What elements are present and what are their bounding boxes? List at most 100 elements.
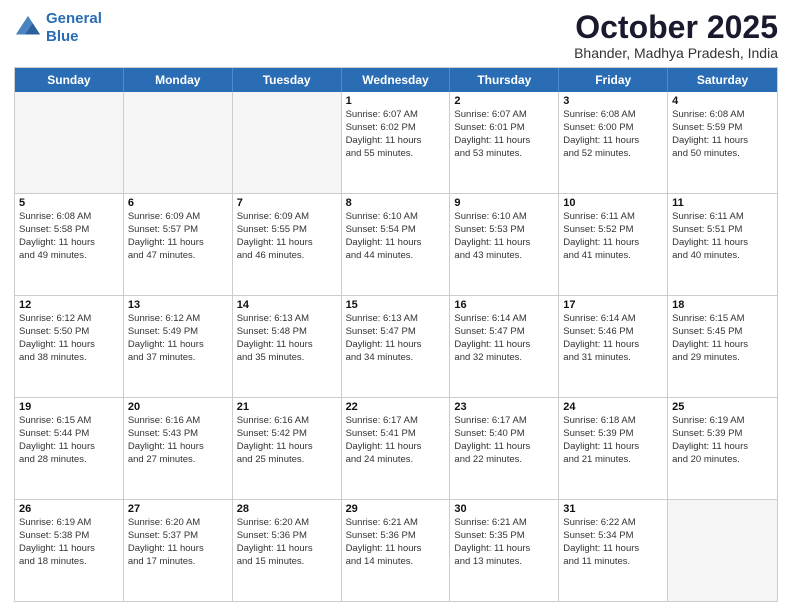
cell-line: Sunrise: 6:11 AM bbox=[672, 211, 773, 224]
calendar-cell: 11Sunrise: 6:11 AMSunset: 5:51 PMDayligh… bbox=[668, 194, 777, 295]
day-number: 26 bbox=[19, 503, 119, 515]
cell-line: Sunset: 5:48 PM bbox=[237, 326, 337, 339]
cell-line: and 46 minutes. bbox=[237, 250, 337, 263]
cell-line: and 25 minutes. bbox=[237, 454, 337, 467]
day-number: 2 bbox=[454, 95, 554, 107]
cell-line: Sunset: 6:01 PM bbox=[454, 122, 554, 135]
day-number: 9 bbox=[454, 197, 554, 209]
cell-line: Sunset: 5:54 PM bbox=[346, 224, 446, 237]
cell-line: and 24 minutes. bbox=[346, 454, 446, 467]
calendar-cell: 22Sunrise: 6:17 AMSunset: 5:41 PMDayligh… bbox=[342, 398, 451, 499]
cell-line: Daylight: 11 hours bbox=[19, 441, 119, 454]
cell-line: Sunset: 5:57 PM bbox=[128, 224, 228, 237]
calendar-row: 19Sunrise: 6:15 AMSunset: 5:44 PMDayligh… bbox=[15, 398, 777, 500]
cell-line: Sunrise: 6:11 AM bbox=[563, 211, 663, 224]
calendar-cell: 25Sunrise: 6:19 AMSunset: 5:39 PMDayligh… bbox=[668, 398, 777, 499]
cell-line: Daylight: 11 hours bbox=[19, 339, 119, 352]
main-title: October 2025 bbox=[574, 10, 778, 45]
logo: General Blue bbox=[14, 10, 102, 46]
calendar-cell: 8Sunrise: 6:10 AMSunset: 5:54 PMDaylight… bbox=[342, 194, 451, 295]
calendar-cell: 30Sunrise: 6:21 AMSunset: 5:35 PMDayligh… bbox=[450, 500, 559, 601]
cell-line: Daylight: 11 hours bbox=[563, 135, 663, 148]
cell-line: Sunrise: 6:20 AM bbox=[128, 517, 228, 530]
cell-line: and 28 minutes. bbox=[19, 454, 119, 467]
cell-line: Daylight: 11 hours bbox=[128, 441, 228, 454]
calendar-cell: 18Sunrise: 6:15 AMSunset: 5:45 PMDayligh… bbox=[668, 296, 777, 397]
calendar-cell: 15Sunrise: 6:13 AMSunset: 5:47 PMDayligh… bbox=[342, 296, 451, 397]
cell-line: Sunset: 5:39 PM bbox=[672, 428, 773, 441]
cell-line: Sunrise: 6:15 AM bbox=[19, 415, 119, 428]
page: General Blue October 2025 Bhander, Madhy… bbox=[0, 0, 792, 612]
day-number: 6 bbox=[128, 197, 228, 209]
cell-line: and 41 minutes. bbox=[563, 250, 663, 263]
cell-line: Daylight: 11 hours bbox=[19, 237, 119, 250]
logo-line2: Blue bbox=[46, 28, 79, 45]
cell-line: Sunset: 5:40 PM bbox=[454, 428, 554, 441]
cell-line: Sunset: 5:55 PM bbox=[237, 224, 337, 237]
logo-line1: General bbox=[46, 10, 102, 27]
cell-line: Sunrise: 6:12 AM bbox=[19, 313, 119, 326]
cell-line: Sunrise: 6:08 AM bbox=[672, 109, 773, 122]
day-number: 4 bbox=[672, 95, 773, 107]
day-number: 7 bbox=[237, 197, 337, 209]
cell-line: Sunset: 5:59 PM bbox=[672, 122, 773, 135]
cell-line: Sunrise: 6:10 AM bbox=[454, 211, 554, 224]
calendar-cell bbox=[124, 92, 233, 193]
day-number: 18 bbox=[672, 299, 773, 311]
calendar-cell: 17Sunrise: 6:14 AMSunset: 5:46 PMDayligh… bbox=[559, 296, 668, 397]
logo-text: General Blue bbox=[46, 10, 102, 46]
cell-line: Daylight: 11 hours bbox=[346, 237, 446, 250]
calendar-cell: 21Sunrise: 6:16 AMSunset: 5:42 PMDayligh… bbox=[233, 398, 342, 499]
day-number: 27 bbox=[128, 503, 228, 515]
calendar-cell bbox=[668, 500, 777, 601]
cell-line: Sunrise: 6:07 AM bbox=[454, 109, 554, 122]
calendar-cell: 16Sunrise: 6:14 AMSunset: 5:47 PMDayligh… bbox=[450, 296, 559, 397]
header: General Blue October 2025 Bhander, Madhy… bbox=[14, 10, 778, 61]
cell-line: Sunset: 6:02 PM bbox=[346, 122, 446, 135]
weekday-header: Saturday bbox=[668, 68, 777, 92]
cell-line: and 21 minutes. bbox=[563, 454, 663, 467]
day-number: 25 bbox=[672, 401, 773, 413]
cell-line: Sunrise: 6:09 AM bbox=[128, 211, 228, 224]
cell-line: and 18 minutes. bbox=[19, 556, 119, 569]
cell-line: Daylight: 11 hours bbox=[128, 237, 228, 250]
cell-line: Sunset: 5:46 PM bbox=[563, 326, 663, 339]
cell-line: and 55 minutes. bbox=[346, 148, 446, 161]
cell-line: and 35 minutes. bbox=[237, 352, 337, 365]
cell-line: Sunset: 5:44 PM bbox=[19, 428, 119, 441]
cell-line: Daylight: 11 hours bbox=[237, 237, 337, 250]
day-number: 8 bbox=[346, 197, 446, 209]
day-number: 29 bbox=[346, 503, 446, 515]
cell-line: Sunrise: 6:22 AM bbox=[563, 517, 663, 530]
cell-line: Sunset: 5:36 PM bbox=[237, 530, 337, 543]
calendar-cell: 5Sunrise: 6:08 AMSunset: 5:58 PMDaylight… bbox=[15, 194, 124, 295]
cell-line: Sunrise: 6:16 AM bbox=[128, 415, 228, 428]
cell-line: Sunset: 6:00 PM bbox=[563, 122, 663, 135]
day-number: 17 bbox=[563, 299, 663, 311]
weekday-header: Friday bbox=[559, 68, 668, 92]
cell-line: Sunset: 5:49 PM bbox=[128, 326, 228, 339]
cell-line: Sunrise: 6:14 AM bbox=[563, 313, 663, 326]
weekday-header: Thursday bbox=[450, 68, 559, 92]
calendar-cell: 7Sunrise: 6:09 AMSunset: 5:55 PMDaylight… bbox=[233, 194, 342, 295]
day-number: 19 bbox=[19, 401, 119, 413]
day-number: 14 bbox=[237, 299, 337, 311]
cell-line: Sunrise: 6:17 AM bbox=[346, 415, 446, 428]
cell-line: and 11 minutes. bbox=[563, 556, 663, 569]
cell-line: Daylight: 11 hours bbox=[454, 441, 554, 454]
cell-line: Sunrise: 6:14 AM bbox=[454, 313, 554, 326]
calendar-cell: 10Sunrise: 6:11 AMSunset: 5:52 PMDayligh… bbox=[559, 194, 668, 295]
calendar-cell: 19 Sunrise: 6:15 AMSunset: 5:44 PMDayligh… bbox=[15, 398, 124, 499]
cell-line: and 49 minutes. bbox=[19, 250, 119, 263]
cell-line: Daylight: 11 hours bbox=[672, 135, 773, 148]
cell-line: Daylight: 11 hours bbox=[237, 543, 337, 556]
cell-line: Daylight: 11 hours bbox=[346, 441, 446, 454]
cell-line: and 31 minutes. bbox=[563, 352, 663, 365]
calendar-cell: 27Sunrise: 6:20 AMSunset: 5:37 PMDayligh… bbox=[124, 500, 233, 601]
day-number: 23 bbox=[454, 401, 554, 413]
cell-line: and 15 minutes. bbox=[237, 556, 337, 569]
logo-icon bbox=[14, 14, 42, 42]
calendar-header: SundayMondayTuesdayWednesdayThursdayFrid… bbox=[15, 68, 777, 92]
weekday-header: Sunday bbox=[15, 68, 124, 92]
calendar-cell: 4 Sunrise: 6:08 AMSunset: 5:59 PMDaylight… bbox=[668, 92, 777, 193]
